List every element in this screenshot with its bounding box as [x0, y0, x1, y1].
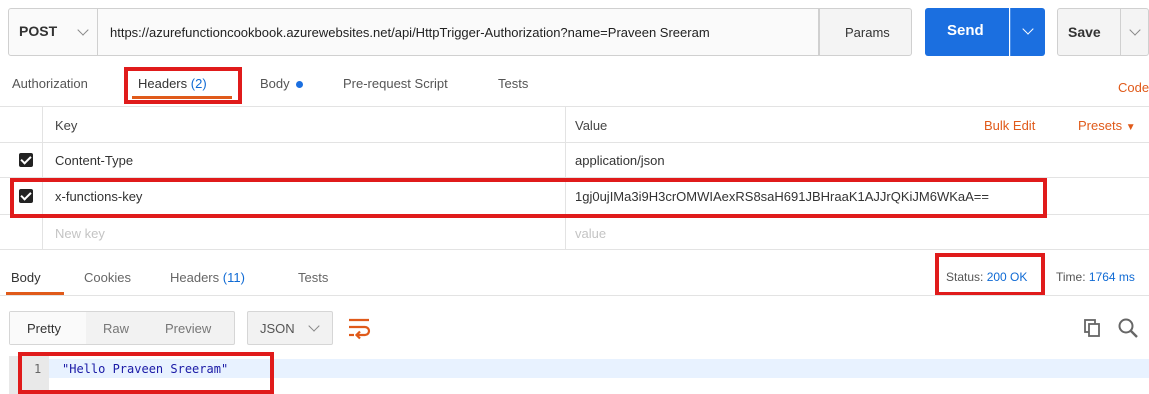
chevron-down-icon	[1129, 24, 1141, 36]
copy-icon[interactable]	[1083, 318, 1103, 338]
view-pretty-button[interactable]: Pretty	[10, 312, 86, 344]
search-icon[interactable]	[1117, 317, 1139, 339]
view-pretty-label: Pretty	[27, 321, 61, 336]
response-tab-cookies[interactable]: Cookies	[84, 270, 131, 285]
highlight-status	[935, 253, 1045, 296]
save-label: Save	[1068, 24, 1101, 40]
bulk-edit-link[interactable]: Bulk Edit	[984, 118, 1035, 133]
new-key-input[interactable]: New key	[55, 226, 105, 241]
code-link[interactable]: Code	[1118, 80, 1149, 95]
key-column-header: Key	[55, 118, 78, 133]
format-dropdown[interactable]: JSON	[247, 311, 333, 345]
format-label: JSON	[260, 321, 295, 336]
time-readout: Time: 1764 ms	[1056, 270, 1135, 284]
value-column-header: Value	[575, 118, 608, 133]
tab-body-label: Body	[260, 76, 290, 91]
method-dropdown[interactable]: POST	[8, 8, 98, 56]
tab-tests[interactable]: Tests	[498, 76, 528, 91]
dot-indicator-icon	[296, 81, 304, 89]
presets-dropdown[interactable]: Presets ▼	[1078, 118, 1136, 133]
response-tab-headers-label: Headers	[170, 270, 220, 285]
new-value-input[interactable]: value	[575, 226, 606, 241]
presets-label: Presets	[1078, 118, 1123, 133]
time-value: 1764 ms	[1088, 270, 1135, 284]
method-label: POST	[19, 23, 58, 39]
row-checkbox[interactable]	[19, 153, 33, 167]
tab-authorization[interactable]: Authorization	[12, 76, 88, 91]
table-header-bottom	[0, 142, 1149, 143]
response-tab-tests[interactable]: Tests	[298, 270, 328, 285]
url-input[interactable]: https://azurefunctioncookbook.azurewebsi…	[98, 8, 819, 56]
view-raw-button[interactable]: Raw	[103, 321, 129, 336]
save-button[interactable]: Save	[1057, 8, 1149, 56]
params-label: Params	[845, 25, 890, 40]
send-label: Send	[947, 22, 984, 39]
header-value[interactable]: application/json	[575, 153, 665, 168]
highlight-functions-key-row	[10, 178, 1047, 218]
header-key[interactable]: Content-Type	[55, 153, 133, 168]
response-tab-body[interactable]: Body	[11, 270, 41, 285]
highlight-headers-tab	[124, 67, 242, 104]
highlight-response-body	[18, 352, 274, 394]
time-label: Time:	[1056, 270, 1086, 284]
row3-bottom	[0, 249, 1149, 250]
caret-down-icon: ▼	[1125, 122, 1136, 133]
send-button[interactable]: Send	[925, 8, 1009, 56]
view-preview-button[interactable]: Preview	[165, 321, 211, 336]
response-tabs-divider	[0, 295, 1149, 296]
send-dropdown-button[interactable]	[1010, 8, 1045, 56]
response-tab-headers[interactable]: Headers (11)	[170, 270, 245, 285]
url-text: https://azurefunctioncookbook.azurewebsi…	[110, 25, 710, 40]
response-tab-headers-count: (11)	[222, 270, 245, 285]
table-top-border	[0, 106, 1149, 107]
save-divider	[1120, 9, 1121, 55]
chevron-down-icon	[77, 24, 89, 36]
tab-prerequest-script[interactable]: Pre-request Script	[343, 76, 448, 91]
params-button[interactable]: Params	[819, 8, 912, 56]
wrap-lines-icon[interactable]	[345, 313, 373, 341]
tab-body[interactable]: Body	[260, 76, 304, 91]
chevron-down-icon	[1022, 23, 1034, 35]
chevron-down-icon	[308, 320, 320, 332]
